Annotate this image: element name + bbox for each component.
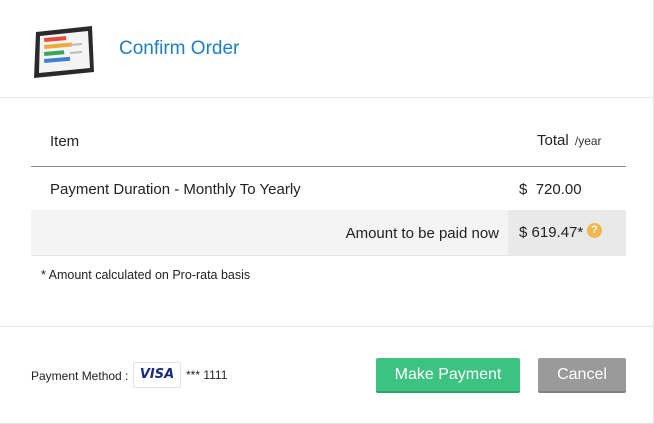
amount-due-row: Amount to be paid now $ 619.47* ? — [31, 210, 626, 256]
row-currency: $ — [519, 181, 528, 198]
confirm-order-dialog: Confirm Order Item Total /year Payment D… — [0, 0, 654, 424]
row-description: Payment Duration - Monthly To Yearly — [50, 181, 301, 198]
row-amount: $ 720.00 — [519, 181, 582, 198]
amount-due-label: Amount to be paid now — [345, 225, 499, 242]
order-table: Item Total /year Payment Duration - Mont… — [31, 118, 626, 256]
row-value: 720.00 — [535, 181, 582, 198]
make-payment-button[interactable]: Make Payment — [376, 358, 520, 393]
page-title: Confirm Order — [119, 38, 240, 59]
footnote: * Amount calculated on Pro-rata basis — [41, 268, 251, 282]
amount-due-value: $ 619.47* — [519, 224, 583, 241]
amount-due-number: 619.47* — [531, 224, 584, 241]
payment-method-label: Payment Method : — [31, 369, 129, 383]
column-header-total-unit: /year — [574, 134, 602, 148]
table-header: Item Total /year — [31, 118, 626, 167]
column-header-total: Total /year — [537, 132, 602, 149]
column-header-item: Item — [50, 133, 80, 150]
amount-due-currency: $ — [519, 224, 528, 241]
table-row: Payment Duration - Monthly To Yearly $ 7… — [31, 167, 626, 210]
dialog-header: Confirm Order — [0, 0, 653, 98]
info-icon[interactable]: ? — [587, 223, 602, 238]
column-header-total-label: Total — [537, 132, 569, 149]
amount-due-cell: $ 619.47* ? — [508, 210, 626, 255]
card-number: *** 1111 — [186, 368, 228, 382]
cancel-button[interactable]: Cancel — [538, 358, 626, 393]
divider — [0, 326, 654, 327]
visa-card-icon: VISA — [133, 362, 181, 388]
report-tablet-icon — [34, 26, 94, 78]
